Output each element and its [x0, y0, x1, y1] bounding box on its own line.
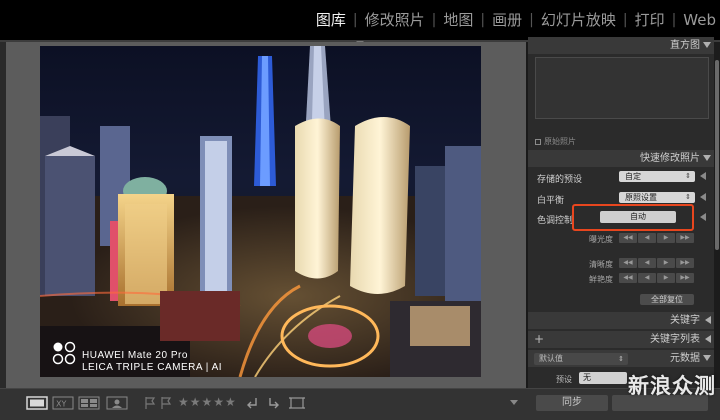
histogram-area: [535, 57, 709, 119]
module-library[interactable]: 图库: [312, 9, 350, 30]
highlight-annotation: [572, 204, 694, 231]
left-panel-edge[interactable]: [0, 42, 6, 388]
module-picker-bar: 图库 | 修改照片 | 地图 | 画册 | 幻灯片放映 | 打印 | Web: [0, 0, 720, 40]
vibrance-label: 鲜艳度: [589, 275, 613, 284]
metadata-preset-label: 预设: [556, 375, 572, 384]
module-print[interactable]: 打印: [631, 9, 669, 30]
camera-model-text: HUAWEI Mate 20 Pro: [82, 350, 188, 361]
svg-text:XY: XY: [56, 400, 66, 409]
expand-icon[interactable]: [705, 316, 711, 324]
dropdown-caret-icon: ⇕: [618, 355, 624, 363]
module-web[interactable]: Web: [679, 11, 720, 29]
increase-button[interactable]: ▶: [657, 233, 675, 243]
module-develop[interactable]: 修改照片: [361, 9, 429, 30]
saved-preset-dropdown[interactable]: 自定 ⇕: [619, 171, 695, 182]
increase-large-button[interactable]: ▶▶: [676, 233, 694, 243]
decrease-large-button[interactable]: ◀◀: [619, 258, 637, 268]
module-list: 图库 | 修改照片 | 地图 | 画册 | 幻灯片放映 | 打印 | Web: [312, 9, 720, 30]
expand-icon[interactable]: [705, 335, 711, 343]
survey-view-icon[interactable]: [78, 396, 100, 410]
site-watermark: 新浪众测: [628, 374, 716, 398]
decrease-large-button[interactable]: ◀◀: [619, 233, 637, 243]
checkbox-icon[interactable]: [535, 138, 541, 145]
star-rating[interactable]: ★★★★★: [178, 395, 237, 409]
rotate-right-icon[interactable]: [266, 396, 280, 410]
collapse-icon[interactable]: [703, 42, 711, 48]
quick-develop-header[interactable]: 快速修改照片: [528, 150, 714, 167]
camera-lens-text: LEICA TRIPLE CAMERA | AI: [82, 362, 223, 373]
city-night-image: [40, 46, 481, 377]
toolbar-options-icon[interactable]: [510, 400, 518, 405]
add-icon[interactable]: +: [534, 331, 544, 348]
leica-dots-icon: [52, 341, 76, 365]
collapse-icon[interactable]: [703, 355, 711, 361]
dropdown-caret-icon: ⇕: [685, 172, 691, 180]
reject-flag-icon[interactable]: [160, 396, 172, 410]
metadata-preset-dropdown[interactable]: 无: [579, 372, 627, 384]
expand-icon[interactable]: [700, 193, 706, 201]
keywords-header[interactable]: 关键字: [528, 312, 714, 329]
increase-large-button[interactable]: ▶▶: [676, 273, 694, 283]
decrease-large-button[interactable]: ◀◀: [619, 273, 637, 283]
module-map[interactable]: 地图: [439, 9, 477, 30]
compare-view-icon[interactable]: XY: [52, 396, 74, 410]
white-balance-label: 白平衡: [537, 196, 565, 206]
dropdown-caret-icon: ⇕: [685, 193, 691, 201]
rotate-left-icon[interactable]: [246, 396, 260, 410]
increase-button[interactable]: ▶: [657, 258, 675, 268]
loupe-view-icon[interactable]: [26, 396, 48, 410]
collapse-icon[interactable]: [703, 155, 711, 161]
expand-icon[interactable]: [700, 172, 706, 180]
increase-button[interactable]: ▶: [657, 273, 675, 283]
decrease-button[interactable]: ◀: [638, 273, 656, 283]
keyword-list-header[interactable]: + 关键字列表: [528, 331, 714, 348]
decrease-button[interactable]: ◀: [638, 233, 656, 243]
sync-button[interactable]: 同步: [536, 395, 608, 411]
exposure-label: 曝光度: [589, 235, 613, 244]
main-photo[interactable]: HUAWEI Mate 20 Pro LEICA TRIPLE CAMERA |…: [40, 46, 481, 377]
tone-control-label: 色调控制: [537, 216, 574, 226]
crop-overlay-icon[interactable]: [288, 396, 306, 410]
clarity-adjusters[interactable]: ◀◀ ◀ ▶ ▶▶: [619, 258, 695, 268]
flag-icon[interactable]: [144, 396, 156, 410]
saved-preset-label: 存储的预设: [537, 175, 583, 185]
metadata-view-dropdown[interactable]: 默认值 ⇕: [534, 353, 628, 365]
module-book[interactable]: 画册: [488, 9, 526, 30]
expand-icon[interactable]: [700, 213, 706, 221]
original-photo-toggle[interactable]: 原始照片: [535, 136, 576, 147]
exposure-adjusters[interactable]: ◀◀ ◀ ▶ ▶▶: [619, 233, 695, 243]
reset-all-button[interactable]: 全部复位: [640, 294, 694, 305]
histogram-header[interactable]: 直方图: [528, 37, 714, 54]
people-view-icon[interactable]: [106, 396, 128, 410]
increase-large-button[interactable]: ▶▶: [676, 258, 694, 268]
white-balance-dropdown[interactable]: 原照设置 ⇕: [619, 192, 695, 203]
scrollbar-thumb[interactable]: [715, 60, 719, 250]
decrease-button[interactable]: ◀: [638, 258, 656, 268]
module-slideshow[interactable]: 幻灯片放映: [537, 9, 620, 30]
vibrance-adjusters[interactable]: ◀◀ ◀ ▶ ▶▶: [619, 273, 695, 283]
clarity-label: 清晰度: [589, 260, 613, 269]
